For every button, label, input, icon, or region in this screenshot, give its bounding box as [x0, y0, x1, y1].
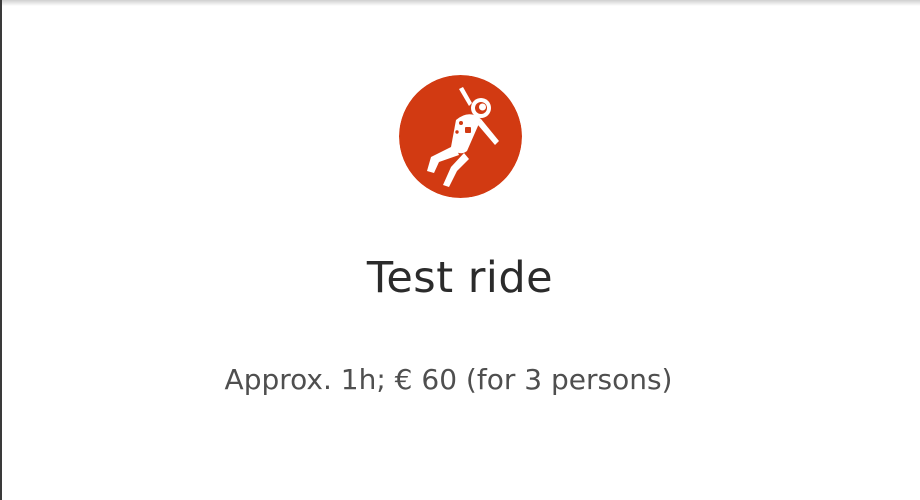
astronaut-icon [399, 75, 522, 198]
top-shadow [0, 0, 920, 6]
card-description: Approx. 1h; € 60 (for 3 persons) [224, 363, 673, 396]
offer-card: Test ride Approx. 1h; € 60 (for 3 person… [0, 0, 920, 500]
card-title: Test ride [366, 253, 554, 303]
